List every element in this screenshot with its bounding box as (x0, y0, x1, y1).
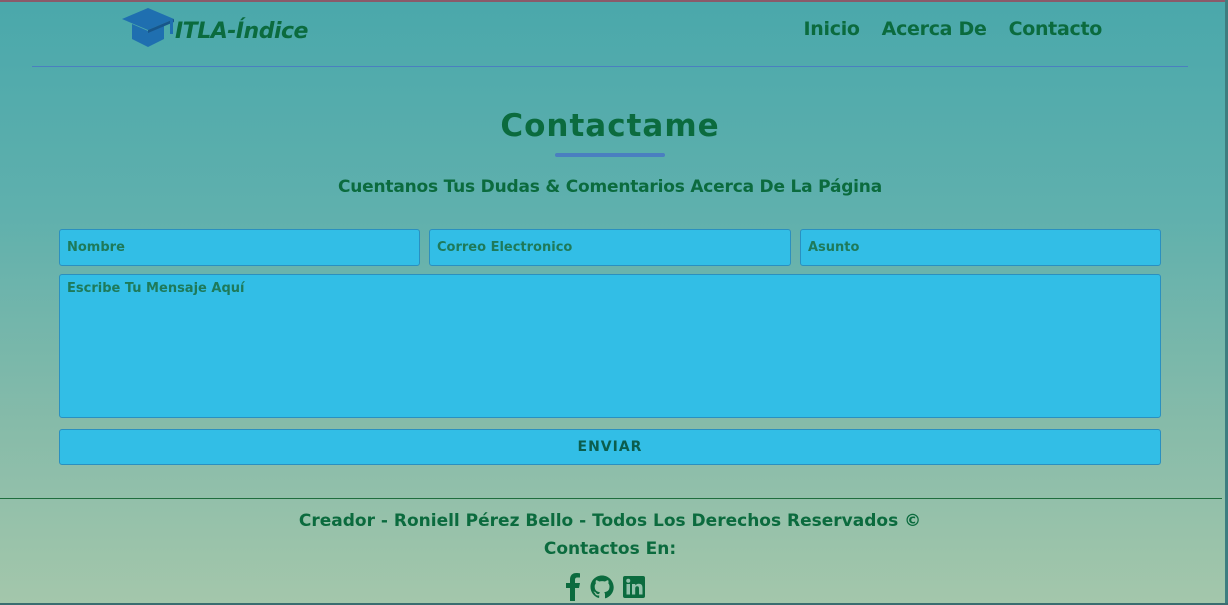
subject-input[interactable] (800, 229, 1161, 266)
main-nav: Inicio Acerca De Contacto (804, 18, 1103, 40)
github-icon[interactable] (590, 575, 614, 603)
submit-button[interactable]: ENVIAR (59, 429, 1161, 465)
message-textarea[interactable] (59, 274, 1161, 418)
social-links (563, 573, 645, 605)
linkedin-icon[interactable] (623, 576, 645, 602)
footer-contacts-label: Contactos En: (543, 539, 677, 559)
facebook-icon[interactable] (563, 573, 581, 605)
email-input[interactable] (429, 229, 791, 266)
nav-link-contacto[interactable]: Contacto (1009, 18, 1103, 40)
page-subtitle: Cuentanos Tus Dudas & Comentarios Acerca… (337, 177, 882, 197)
graduation-cap-icon (120, 5, 178, 57)
logo[interactable]: ITLA-Índice (120, 5, 308, 57)
nav-link-inicio[interactable]: Inicio (804, 18, 860, 40)
name-input[interactable] (59, 229, 420, 266)
title-underline (555, 153, 665, 157)
site-footer: Creador - Roniell Pérez Bello - Todos Lo… (0, 498, 1222, 601)
page-title: Contactame (500, 108, 720, 144)
footer-credit: Creador - Roniell Pérez Bello - Todos Lo… (298, 511, 922, 531)
nav-link-acerca-de[interactable]: Acerca De (882, 18, 987, 40)
logo-text: ITLA-Índice (175, 18, 308, 44)
site-header: ITLA-Índice Inicio Acerca De Contacto (32, 0, 1188, 67)
